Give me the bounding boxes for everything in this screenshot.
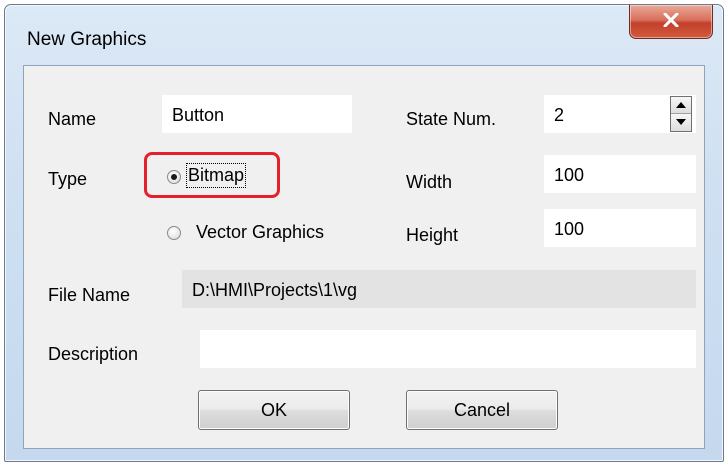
width-label: Width — [406, 172, 453, 192]
spin-down-button[interactable] — [671, 114, 691, 131]
triangle-down-icon — [676, 119, 686, 125]
description-input[interactable] — [200, 330, 696, 368]
name-label: Name — [48, 109, 97, 129]
state-num-spinner[interactable] — [670, 96, 692, 132]
state-num-value: 2 — [554, 105, 565, 125]
radio-vector-graphics[interactable] — [167, 226, 181, 240]
file-name-label: File Name — [48, 285, 131, 305]
close-x-icon — [663, 13, 679, 27]
description-label: Description — [48, 344, 139, 364]
dialog-title: New Graphics — [27, 29, 147, 50]
title-bar: New Graphics — [5, 5, 723, 65]
new-graphics-dialog: New Graphics Name Button State Num. 2 Ty… — [4, 4, 724, 462]
type-label: Type — [48, 169, 88, 189]
radio-selected-dot — [171, 174, 177, 180]
dialog-client-area: Name Button State Num. 2 Type Bitmap Vec… — [23, 65, 705, 449]
height-label: Height — [406, 225, 459, 245]
file-name-input[interactable]: D:\HMI\Projects\1\vg — [182, 270, 696, 308]
radio-vector-graphics-label[interactable]: Vector Graphics — [196, 222, 324, 243]
name-input[interactable]: Button — [162, 95, 352, 133]
state-num-label: State Num. — [406, 109, 497, 129]
spin-up-button[interactable] — [671, 97, 691, 114]
cancel-button[interactable]: Cancel — [406, 390, 558, 430]
triangle-up-icon — [676, 102, 686, 108]
height-input[interactable]: 100 — [544, 209, 696, 247]
radio-bitmap-label[interactable]: Bitmap — [185, 163, 247, 188]
ok-button[interactable]: OK — [198, 390, 350, 430]
width-input[interactable]: 100 — [544, 155, 696, 193]
close-button[interactable] — [629, 5, 713, 39]
radio-bitmap[interactable] — [167, 170, 181, 184]
